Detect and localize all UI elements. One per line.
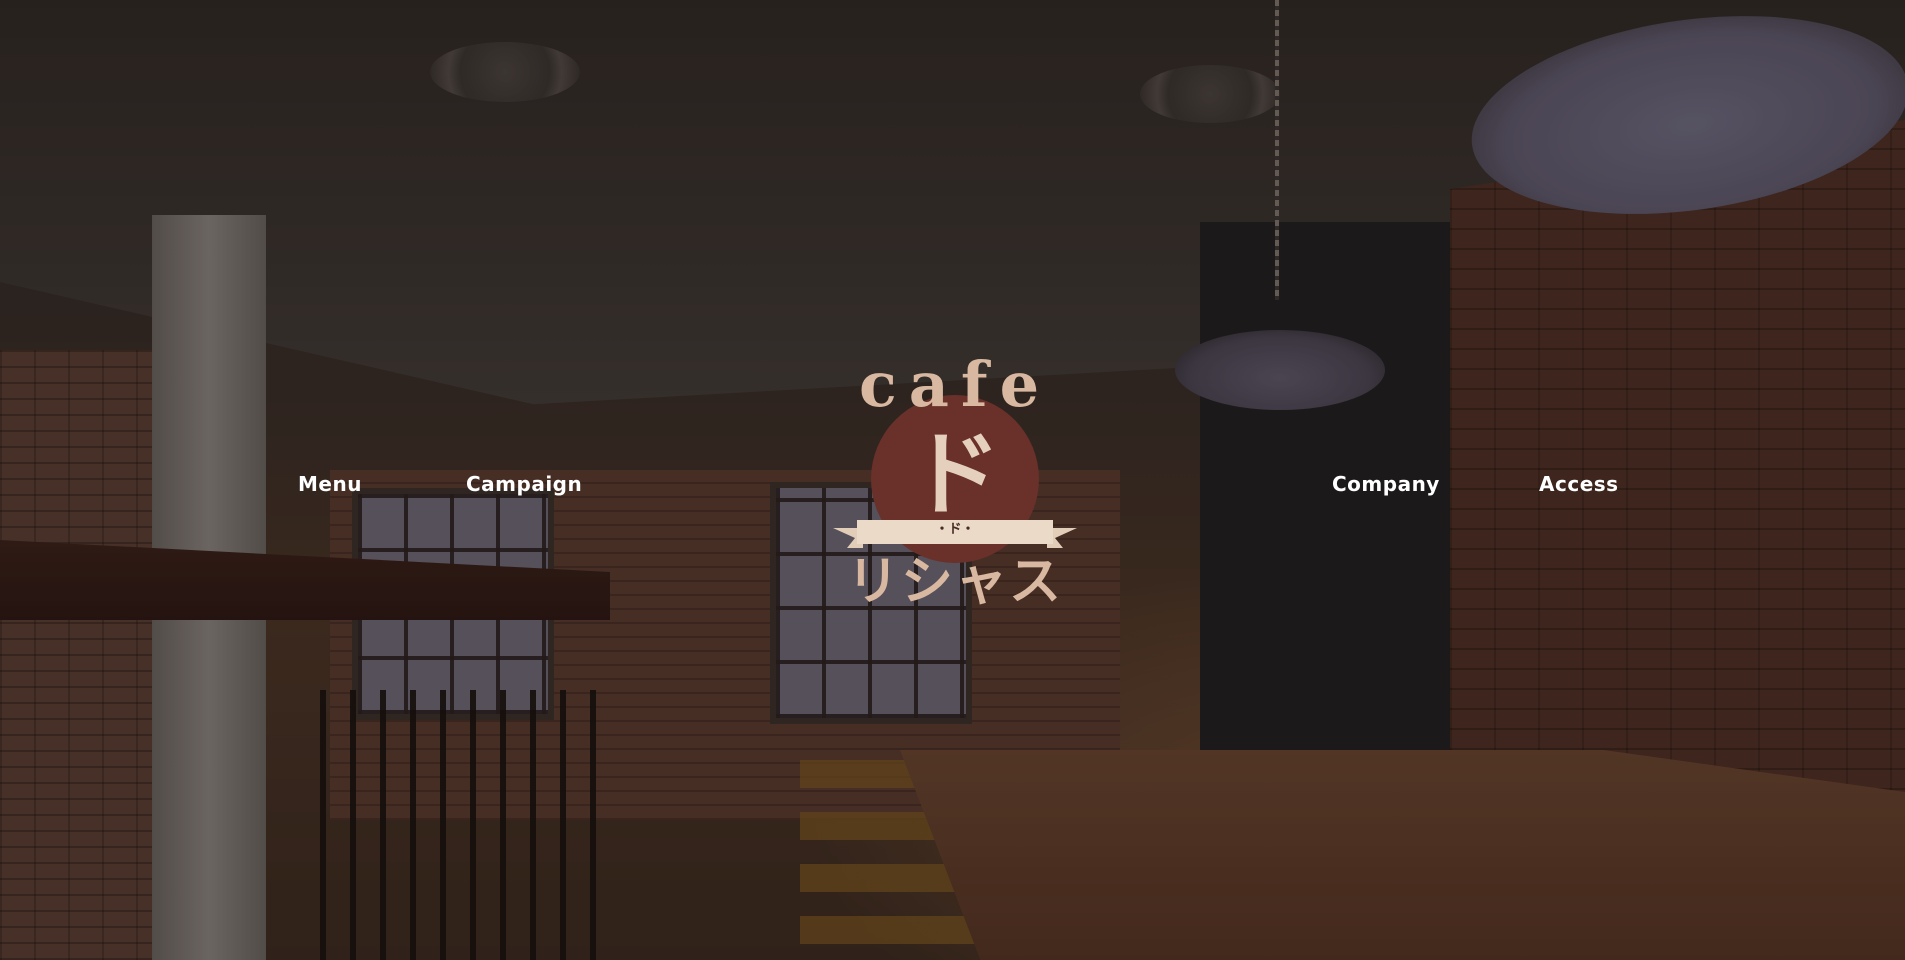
nav-link-menu[interactable]: Menu [298, 472, 362, 496]
cafe-logo[interactable]: cafe ド ・ド・ リシャス [825, 350, 1085, 620]
bar-stools [320, 690, 620, 960]
ceiling-vent [1140, 65, 1280, 123]
nav-link-campaign[interactable]: Campaign [466, 472, 582, 496]
lamp-chain [1275, 0, 1279, 300]
brick-wall-left [0, 350, 160, 960]
nav-link-access[interactable]: Access [1539, 472, 1619, 496]
ceiling-vent [430, 42, 580, 102]
nav-link-company[interactable]: Company [1332, 472, 1440, 496]
logo-name-text: リシャス [846, 552, 1063, 612]
pendant-lamp-small [1175, 330, 1385, 410]
logo-cafe-text: cafe [858, 348, 1052, 421]
wooden-table [900, 750, 1905, 960]
logo-do-text: ド [908, 421, 1001, 528]
brick-wall-right [1450, 120, 1905, 810]
logo-ribbon-text: ・ド・ [935, 522, 975, 537]
hero-background: Menu Campaign Company Access cafe ド ・ド・ … [0, 0, 1905, 960]
